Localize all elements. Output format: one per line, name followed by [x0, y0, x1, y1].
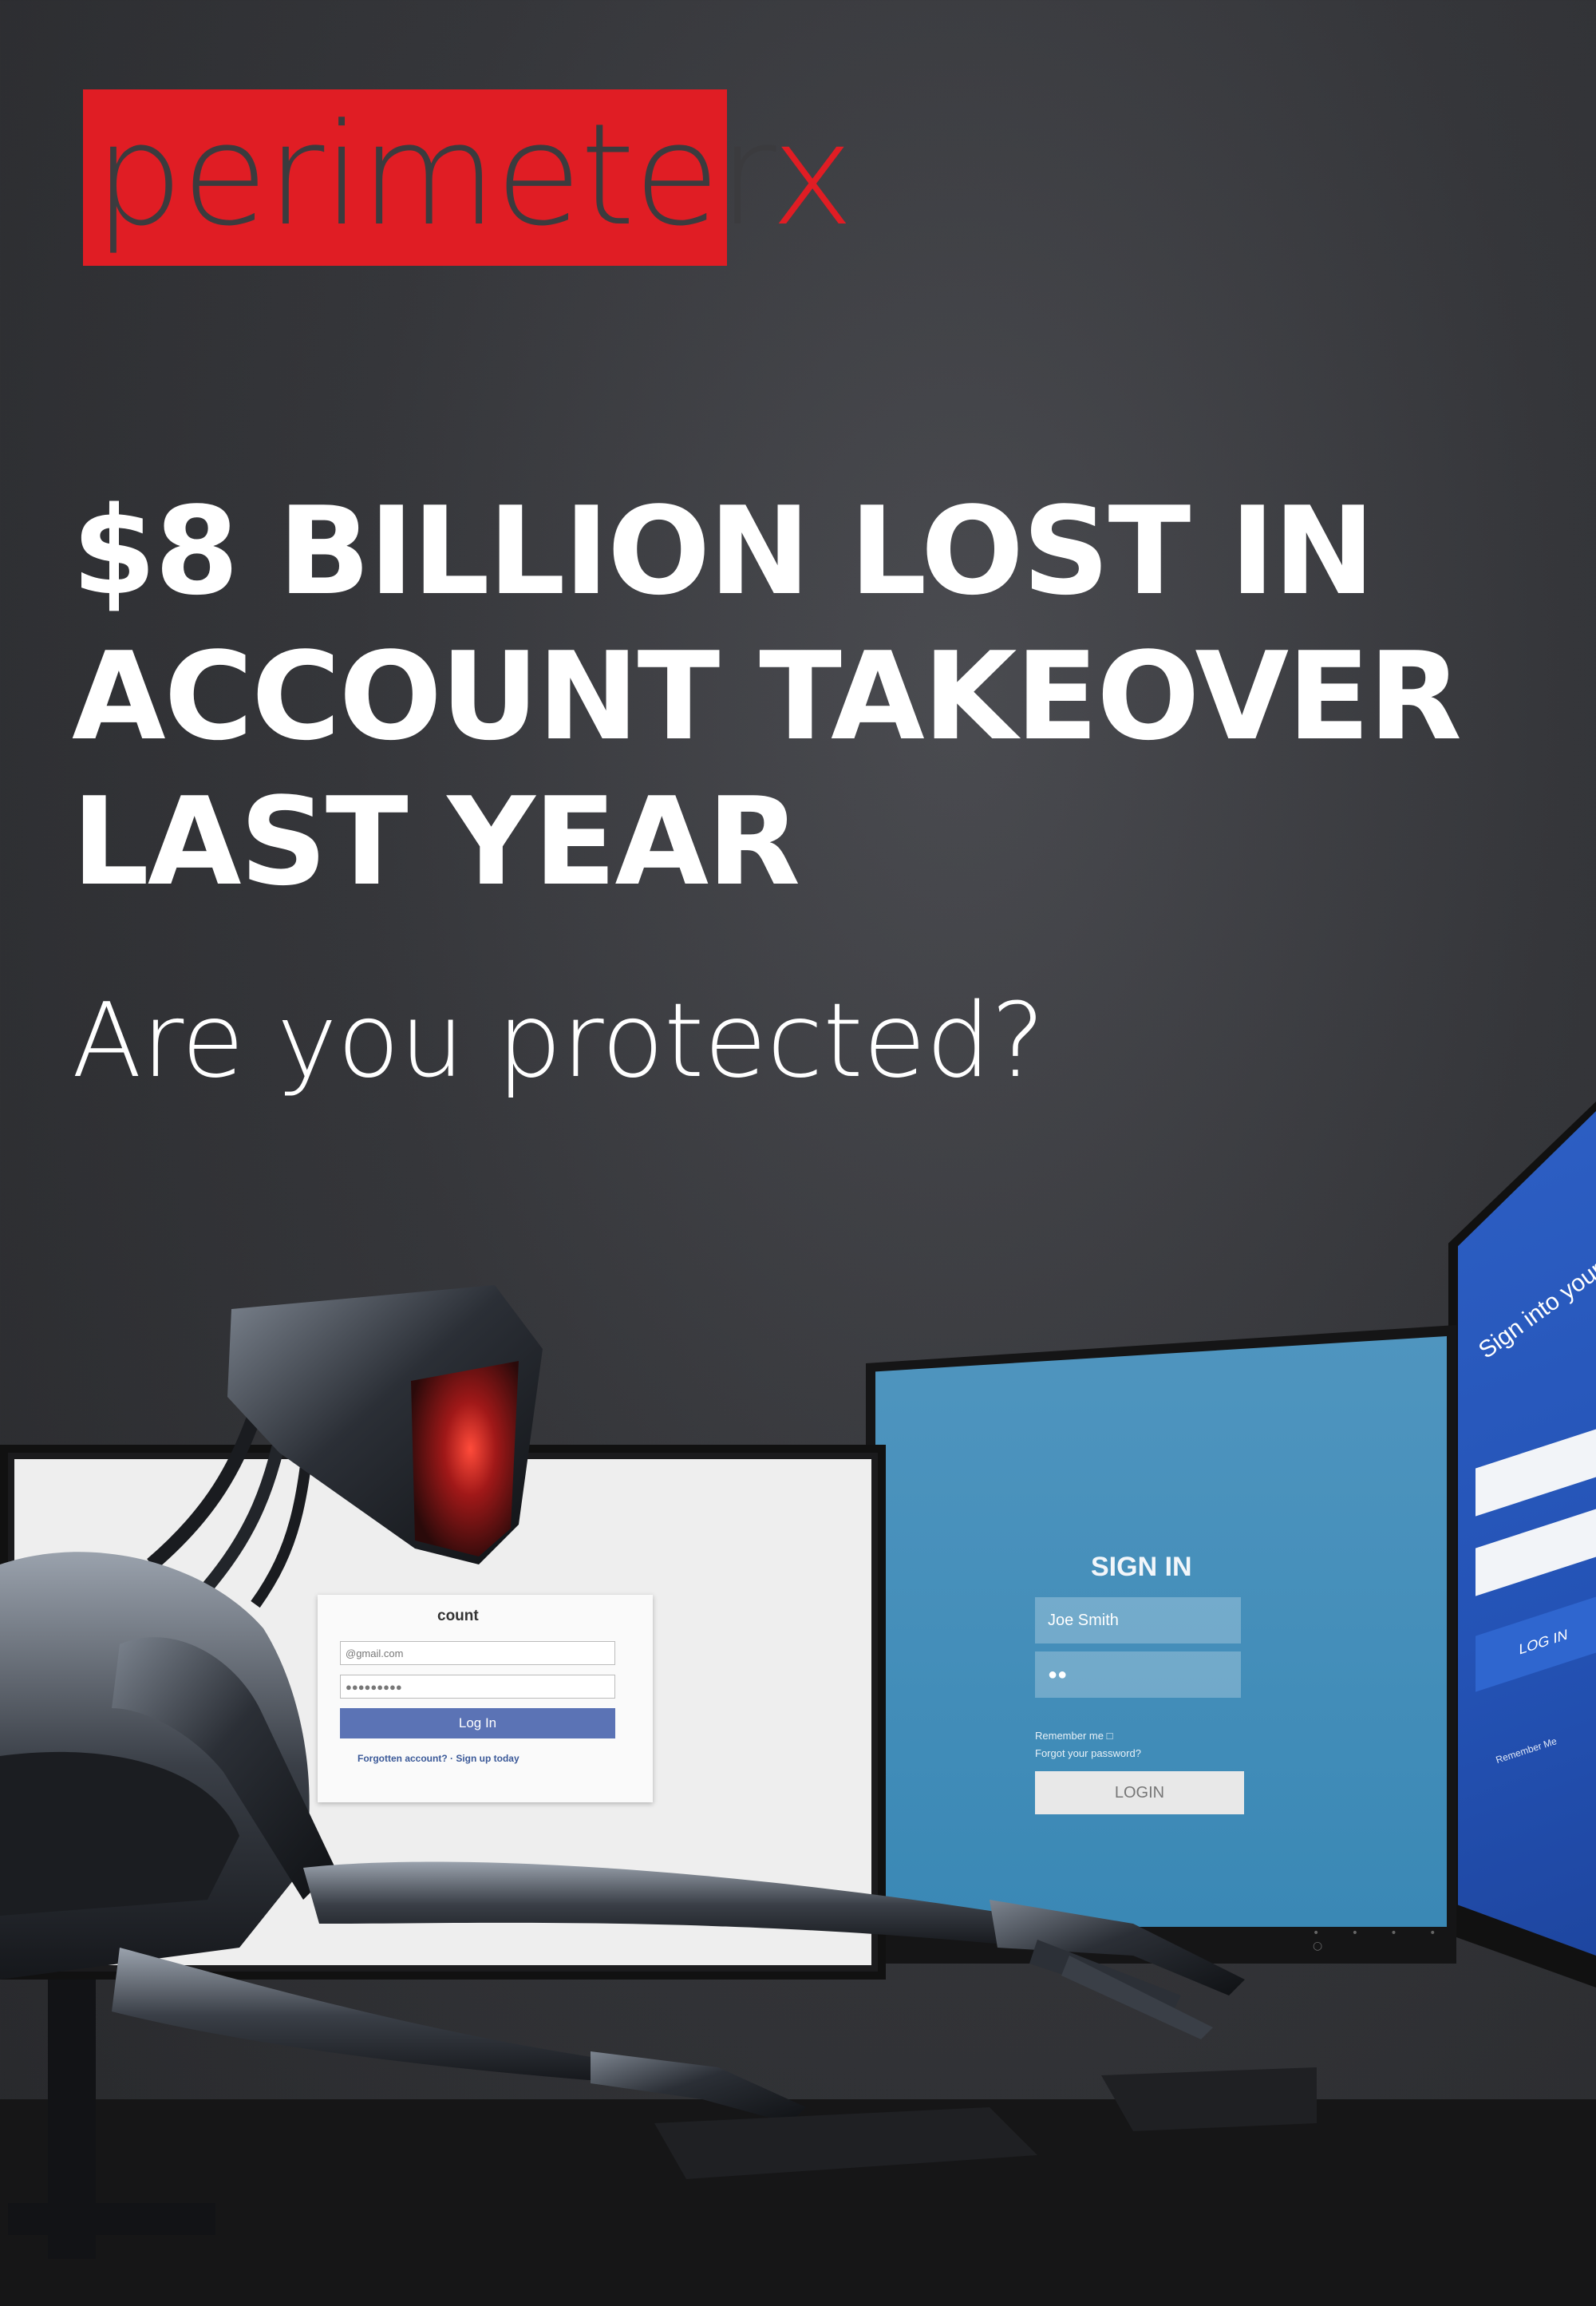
robot-scene: Sign into your accou LOG IN Remember Me … [0, 1102, 1596, 2306]
subheadline: Are you protected? [72, 982, 1045, 1101]
headline-line-2: ACCOUNT TAKEOVER [72, 626, 1462, 767]
monitor-right: Sign into your accou LOG IN Remember Me [1448, 1102, 1596, 1988]
headline: $8 BILLION LOST IN ACCOUNT TAKEOVER LAST… [72, 479, 1572, 915]
headline-line-3: LAST YEAR [72, 771, 800, 912]
right-login-button: LOG IN [1476, 1592, 1596, 1692]
monitor-buttons: • • • • ○ [1313, 1927, 1451, 1952]
logo-text: perimeterx [94, 93, 854, 257]
right-username-field [1476, 1424, 1596, 1517]
perimeterx-logo: perimeterx [83, 89, 854, 266]
monitor-right-screen: Sign into your accou LOG IN Remember Me [1458, 1111, 1596, 1956]
right-password-field [1476, 1504, 1596, 1596]
robot-figure [0, 1285, 1317, 2259]
right-remember-label: Remember Me [1494, 1735, 1558, 1766]
right-signin-title: Sign into your accou [1474, 1215, 1596, 1364]
headline-line-1: $8 BILLION LOST IN [72, 481, 1375, 622]
